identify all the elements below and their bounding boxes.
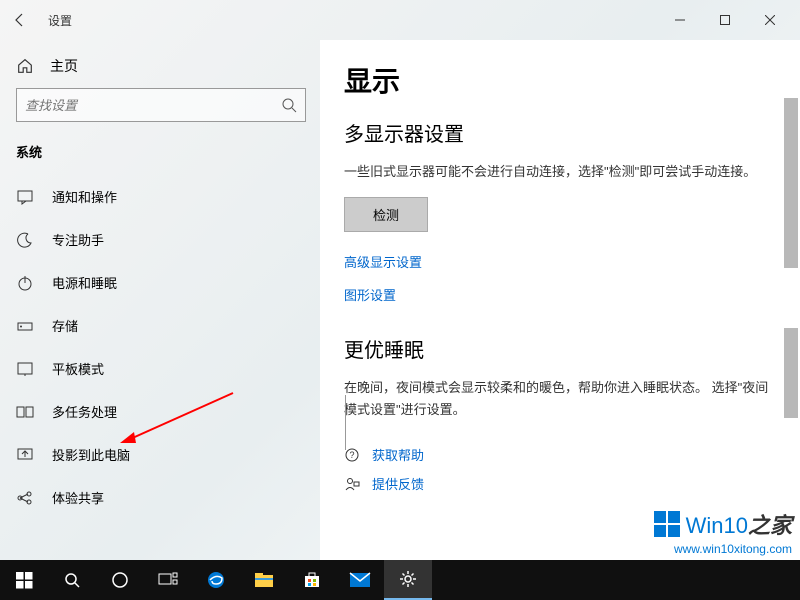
power-icon bbox=[16, 274, 34, 292]
advanced-display-link[interactable]: 高级显示设置 bbox=[344, 252, 776, 271]
sidebar-item-tablet[interactable]: 平板模式 bbox=[16, 347, 320, 390]
group-label: 系统 bbox=[16, 142, 320, 161]
sidebar-item-notifications[interactable]: 通知和操作 bbox=[16, 175, 320, 218]
scrollbar[interactable] bbox=[784, 38, 798, 538]
project-icon bbox=[16, 446, 34, 464]
moon-icon bbox=[16, 231, 34, 249]
sidebar-item-label: 平板模式 bbox=[52, 359, 104, 378]
sidebar-item-power[interactable]: 电源和睡眠 bbox=[16, 261, 320, 304]
taskbar-store[interactable] bbox=[288, 560, 336, 600]
taskbar-taskview[interactable] bbox=[144, 560, 192, 600]
feedback-icon bbox=[344, 476, 360, 492]
sidebar-item-label: 体验共享 bbox=[52, 488, 104, 507]
search-box[interactable] bbox=[16, 88, 306, 122]
sidebar-item-label: 专注助手 bbox=[52, 230, 104, 249]
sidebar-item-multitask[interactable]: 多任务处理 bbox=[16, 390, 320, 433]
multitask-icon bbox=[16, 403, 34, 421]
section-title: 更优睡眠 bbox=[344, 334, 776, 363]
maximize-button[interactable] bbox=[702, 5, 747, 35]
sidebar-item-label: 电源和睡眠 bbox=[52, 273, 117, 292]
taskbar-mail[interactable] bbox=[336, 560, 384, 600]
sidebar-item-label: 投影到此电脑 bbox=[52, 445, 130, 464]
svg-text:?: ? bbox=[349, 450, 354, 460]
window-title: 设置 bbox=[48, 12, 72, 29]
scroll-thumb[interactable] bbox=[784, 98, 798, 268]
start-button[interactable] bbox=[0, 560, 48, 600]
help-label: 获取帮助 bbox=[372, 445, 424, 464]
message-icon bbox=[16, 188, 34, 206]
search-icon bbox=[281, 97, 297, 113]
sidebar-item-project[interactable]: 投影到此电脑 bbox=[16, 433, 320, 476]
section-text: 一些旧式显示器可能不会进行自动连接，选择"检测"即可尝试手动连接。 bbox=[344, 161, 776, 183]
graphics-settings-link[interactable]: 图形设置 bbox=[344, 285, 776, 304]
home-link[interactable]: 主页 bbox=[16, 48, 320, 88]
taskbar-settings[interactable] bbox=[384, 560, 432, 600]
share-icon bbox=[16, 489, 34, 507]
section-title: 多显示器设置 bbox=[344, 118, 776, 147]
minimize-button[interactable] bbox=[657, 5, 702, 35]
sidebar-item-label: 通知和操作 bbox=[52, 187, 117, 206]
feedback-link[interactable]: 提供反馈 bbox=[344, 474, 776, 493]
section-text: 在晚间，夜间模式会显示较柔和的暖色，帮助你进入睡眠状态。 选择"夜间模式设置"进… bbox=[344, 377, 776, 421]
titlebar: 设置 bbox=[0, 0, 800, 40]
page-title: 显示 bbox=[344, 60, 776, 100]
back-button[interactable] bbox=[8, 8, 32, 32]
taskbar bbox=[0, 560, 800, 600]
search-input[interactable] bbox=[25, 98, 281, 113]
sidebar-item-label: 存储 bbox=[52, 316, 78, 335]
taskbar-edge[interactable] bbox=[192, 560, 240, 600]
storage-icon bbox=[16, 317, 34, 335]
sidebar: 主页 系统 通知和操作 专注助手 电源和睡眠 存储 bbox=[0, 40, 320, 560]
home-label: 主页 bbox=[50, 56, 78, 76]
sidebar-item-label: 多任务处理 bbox=[52, 402, 117, 421]
taskbar-explorer[interactable] bbox=[240, 560, 288, 600]
taskbar-search[interactable] bbox=[48, 560, 96, 600]
taskbar-cortana[interactable] bbox=[96, 560, 144, 600]
get-help-link[interactable]: ? 获取帮助 bbox=[344, 445, 776, 464]
home-icon bbox=[16, 57, 34, 75]
feedback-label: 提供反馈 bbox=[372, 474, 424, 493]
help-icon: ? bbox=[344, 447, 360, 463]
sidebar-item-share[interactable]: 体验共享 bbox=[16, 476, 320, 519]
detect-button[interactable]: 检测 bbox=[344, 197, 428, 232]
content-area: 显示 多显示器设置 一些旧式显示器可能不会进行自动连接，选择"检测"即可尝试手动… bbox=[320, 40, 800, 560]
scroll-thumb[interactable] bbox=[784, 328, 798, 418]
sidebar-item-storage[interactable]: 存储 bbox=[16, 304, 320, 347]
tablet-icon bbox=[16, 360, 34, 378]
divider bbox=[345, 395, 346, 450]
sidebar-item-focus[interactable]: 专注助手 bbox=[16, 218, 320, 261]
close-button[interactable] bbox=[747, 5, 792, 35]
